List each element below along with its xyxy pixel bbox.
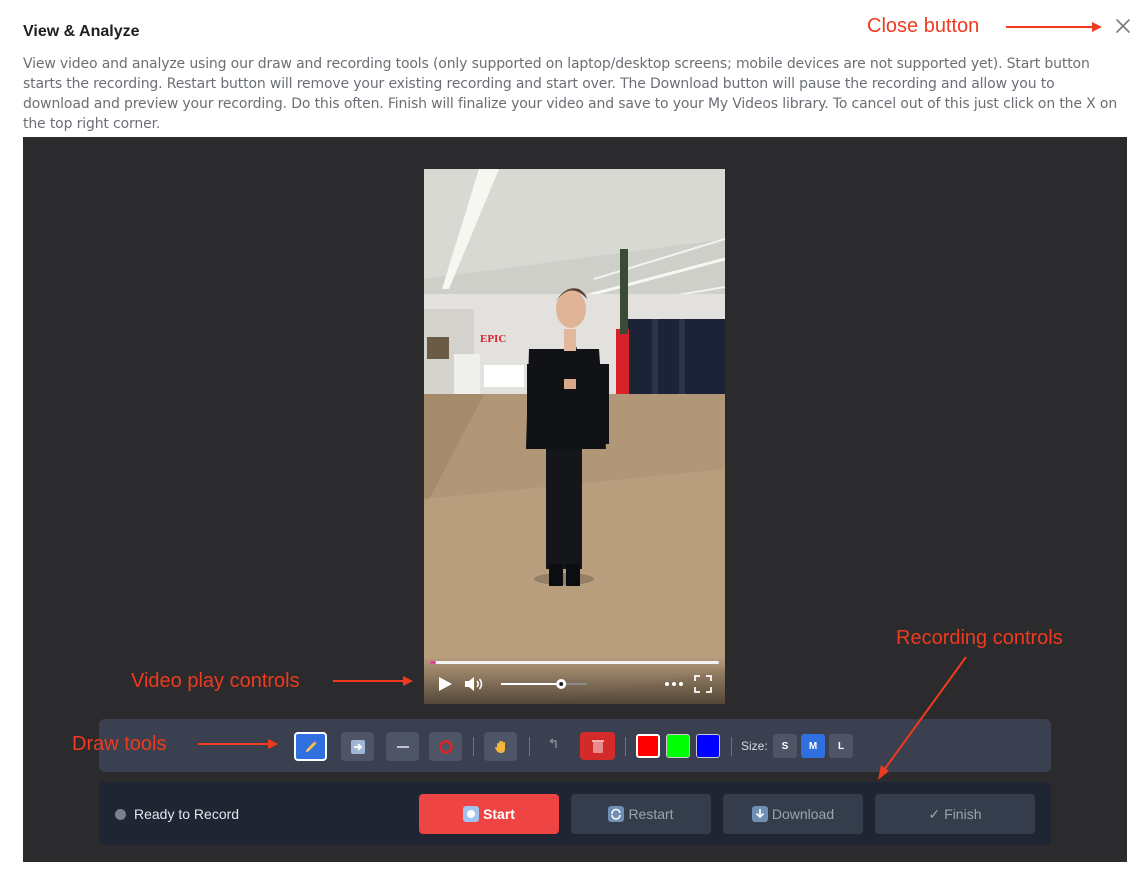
modal-title: View & Analyze	[23, 23, 140, 40]
close-button[interactable]	[1111, 14, 1135, 38]
toolbar-divider	[473, 737, 474, 756]
restart-button-label: Restart	[628, 806, 674, 822]
annotation-recording-controls: Recording controls	[896, 627, 1063, 649]
video-progress-fill	[430, 661, 436, 664]
fullscreen-icon	[694, 675, 712, 693]
recording-status-indicator	[115, 809, 126, 820]
video-progress-bar[interactable]	[430, 661, 719, 664]
video-player[interactable]: EPIC	[424, 169, 725, 704]
more-icon	[665, 682, 683, 686]
download-icon	[751, 806, 768, 822]
download-button-label: Download	[771, 806, 835, 822]
arrow-tool-button[interactable]	[341, 732, 374, 761]
toolbar-divider	[625, 737, 626, 756]
pencil-icon	[305, 740, 317, 752]
video-frame: EPIC	[424, 169, 725, 704]
pencil-tool-button[interactable]	[294, 732, 327, 761]
finish-button-label: ✓ Finish	[928, 805, 982, 822]
trash-icon	[591, 740, 604, 753]
start-recording-button[interactable]: Start	[419, 794, 559, 834]
hand-tool-button[interactable]	[484, 732, 517, 761]
draw-tools-bar: Size: S M L	[99, 719, 1051, 772]
play-button[interactable]	[436, 675, 454, 698]
circle-icon	[438, 739, 453, 754]
toolbar-divider	[731, 737, 732, 756]
arrow-icon	[350, 739, 365, 754]
recording-status-text: Ready to Record	[134, 806, 240, 822]
download-recording-button[interactable]: Download	[723, 794, 863, 834]
size-label: Size:	[741, 739, 768, 753]
hand-icon	[494, 740, 505, 753]
fullscreen-button[interactable]	[694, 675, 712, 698]
record-icon	[463, 806, 480, 822]
modal-description: View video and analyze using our draw an…	[23, 56, 1118, 132]
more-options-button[interactable]	[664, 675, 684, 698]
volume-slider-track	[501, 679, 587, 689]
volume-button[interactable]	[463, 675, 485, 698]
restart-icon	[608, 806, 625, 822]
annotation-draw-tools: Draw tools	[72, 733, 167, 755]
color-swatch-blue[interactable]	[696, 734, 720, 758]
line-tool-button[interactable]	[386, 732, 419, 761]
recording-controls-bar: Ready to Record Start Restart Download ✓…	[99, 782, 1051, 845]
annotation-video-controls: Video play controls	[131, 670, 300, 692]
size-large-button[interactable]: L	[829, 734, 853, 758]
clear-drawing-button[interactable]	[580, 732, 615, 760]
start-button-label: Start	[483, 806, 515, 822]
annotation-close-button: Close button	[867, 15, 980, 37]
restart-recording-button[interactable]: Restart	[571, 794, 711, 834]
size-small-button[interactable]: S	[773, 734, 797, 758]
play-icon	[439, 677, 452, 691]
undo-button[interactable]	[547, 735, 563, 755]
finish-recording-button[interactable]: ✓ Finish	[875, 794, 1035, 834]
color-swatch-red[interactable]	[636, 734, 660, 758]
line-icon	[396, 745, 409, 748]
undo-icon	[549, 738, 557, 748]
size-medium-button[interactable]: M	[801, 734, 825, 758]
close-icon	[1116, 19, 1130, 33]
video-stage: EPIC Size: S M L Ready to Record Start R…	[23, 137, 1127, 862]
wall-sign: EPIC	[480, 333, 506, 345]
annotation-arrow-close	[1006, 22, 1102, 32]
volume-icon	[465, 677, 483, 691]
volume-slider[interactable]	[499, 677, 589, 696]
color-swatch-green[interactable]	[666, 734, 690, 758]
toolbar-divider	[529, 737, 530, 756]
circle-tool-button[interactable]	[429, 732, 462, 761]
